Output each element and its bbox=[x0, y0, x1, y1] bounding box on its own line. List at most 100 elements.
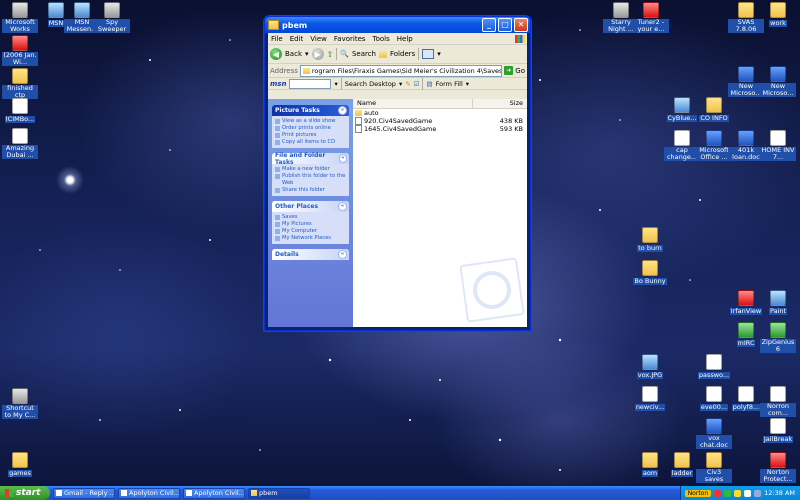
desktop-icon[interactable]: ZipGenius 6 bbox=[760, 322, 796, 353]
checkbox-icon[interactable]: ☑ bbox=[414, 80, 420, 88]
go-button[interactable]: Go bbox=[515, 67, 525, 75]
window-titlebar[interactable]: pbem _ □ ✕ bbox=[265, 17, 530, 33]
msn-search-dropdown-icon[interactable]: ▾ bbox=[334, 80, 337, 88]
menu-tools[interactable]: Tools bbox=[373, 35, 390, 43]
desktop-icon[interactable]: polyf8... bbox=[728, 386, 764, 411]
desktop-icon[interactable]: vox chat.doc bbox=[696, 418, 732, 449]
desktop-icon[interactable]: finished ctp bbox=[2, 68, 38, 99]
go-arrow-icon[interactable]: ➜ bbox=[504, 66, 514, 75]
start-button[interactable]: start bbox=[0, 486, 50, 500]
desktop-icon[interactable]: Shortcut to My C... bbox=[2, 388, 38, 419]
desktop-icon[interactable]: Spy Sweeper bbox=[94, 2, 130, 33]
collapse-chevron-icon[interactable]: « bbox=[338, 202, 347, 211]
menu-file[interactable]: File bbox=[271, 35, 283, 43]
task-link[interactable]: My Computer bbox=[275, 228, 346, 235]
explorer-window[interactable]: pbem _ □ ✕ File Edit View Favorites Tool… bbox=[264, 16, 531, 331]
search-icon[interactable]: 🔍 bbox=[340, 50, 349, 58]
close-button[interactable]: ✕ bbox=[514, 18, 528, 32]
desktop-icon[interactable]: New Microso... bbox=[760, 66, 796, 97]
desktop-icon[interactable]: work bbox=[760, 2, 796, 27]
desktop-icon[interactable]: vox.JPG bbox=[632, 354, 668, 379]
desktop-icon[interactable]: IrfanView bbox=[728, 290, 764, 315]
collapse-chevron-icon[interactable]: « bbox=[338, 106, 347, 115]
tray-icon[interactable] bbox=[714, 489, 722, 497]
desktop-icon[interactable]: ICIMBo... bbox=[2, 98, 38, 123]
folders-button[interactable]: Folders bbox=[390, 50, 415, 58]
column-header-size[interactable]: Size bbox=[472, 99, 527, 108]
back-dropdown-icon[interactable]: ▾ bbox=[305, 50, 309, 58]
folders-icon[interactable] bbox=[379, 50, 387, 58]
desktop-icon[interactable]: New Microso... bbox=[728, 66, 764, 97]
up-folder-icon[interactable]: ⇧ bbox=[327, 50, 334, 59]
desktop-icon[interactable]: CyBlue... bbox=[664, 97, 700, 122]
form-fill-icon[interactable]: ▤ bbox=[426, 80, 432, 88]
search-desktop-button[interactable]: Search Desktop bbox=[345, 80, 396, 88]
tray-icon[interactable] bbox=[724, 489, 732, 497]
maximize-button[interactable]: □ bbox=[498, 18, 512, 32]
back-arrow-icon[interactable]: ◀ bbox=[270, 48, 282, 60]
task-panel-header[interactable]: Picture Tasks « bbox=[272, 105, 349, 116]
views-dropdown-icon[interactable]: ▾ bbox=[437, 50, 441, 58]
task-link[interactable]: Make a new folder bbox=[275, 166, 346, 173]
desktop-icon[interactable]: Amazing Dubai ... bbox=[2, 128, 38, 159]
file-row[interactable]: auto bbox=[353, 109, 527, 117]
highlight-icon[interactable]: ✎ bbox=[405, 80, 410, 88]
address-input[interactable]: rogram Files\Firaxis Games\Sid Meier's C… bbox=[299, 64, 503, 77]
desktop-icon[interactable]: HOME INV 7... bbox=[760, 130, 796, 161]
desktop-icon[interactable]: (2006 Jan. Wi... bbox=[2, 35, 38, 66]
desktop-icon[interactable]: newciv... bbox=[632, 386, 668, 411]
search-desktop-dropdown-icon[interactable]: ▾ bbox=[399, 80, 402, 88]
desktop-icon[interactable]: Microsoft Office ... bbox=[696, 130, 732, 161]
desktop-icon[interactable]: ladder bbox=[664, 452, 700, 477]
volume-icon[interactable] bbox=[754, 489, 762, 497]
collapse-chevron-icon[interactable]: « bbox=[338, 154, 347, 163]
form-fill-button[interactable]: Form Fill bbox=[436, 80, 463, 88]
norton-tray-button[interactable]: Norton bbox=[684, 489, 712, 497]
back-button[interactable]: Back bbox=[285, 50, 302, 58]
task-link[interactable]: Copy all items to CD bbox=[275, 139, 346, 146]
desktop-icon[interactable]: mIRC bbox=[728, 322, 764, 347]
desktop-icon[interactable]: Bo Bunny bbox=[632, 260, 668, 285]
column-header-name[interactable]: Name bbox=[353, 99, 472, 108]
desktop-icon[interactable]: games bbox=[2, 452, 38, 477]
desktop-icon[interactable]: eve00... bbox=[696, 386, 732, 411]
taskbar-button[interactable]: Gmail - Reply ... bbox=[53, 487, 115, 499]
forward-button[interactable]: ▶ bbox=[311, 48, 324, 60]
task-link[interactable]: Publish this folder to the Web bbox=[275, 173, 346, 187]
desktop-icon[interactable]: Norton Protect... bbox=[760, 452, 796, 483]
task-panel-header[interactable]: File and Folder Tasks « bbox=[272, 152, 349, 166]
form-fill-dropdown-icon[interactable]: ▾ bbox=[466, 80, 469, 88]
task-link[interactable]: Order prints online bbox=[275, 125, 346, 132]
minimize-button[interactable]: _ bbox=[482, 18, 496, 32]
desktop-icon[interactable]: passwo... bbox=[696, 354, 732, 379]
desktop-icon[interactable]: Norron com... bbox=[760, 386, 796, 417]
task-link[interactable]: My Network Places bbox=[275, 235, 346, 242]
tray-icon[interactable] bbox=[734, 489, 742, 497]
task-link[interactable]: View as a slide show bbox=[275, 118, 346, 125]
desktop-icon[interactable]: Tuner2 - your e... bbox=[633, 2, 669, 33]
desktop-icon[interactable]: Paint bbox=[760, 290, 796, 315]
desktop-icon[interactable]: Civ3 saves bbox=[696, 452, 732, 483]
taskbar-button[interactable]: Apolyton Civil... bbox=[183, 487, 245, 499]
menu-favorites[interactable]: Favorites bbox=[334, 35, 366, 43]
menu-help[interactable]: Help bbox=[397, 35, 413, 43]
menu-view[interactable]: View bbox=[310, 35, 327, 43]
menu-edit[interactable]: Edit bbox=[290, 35, 304, 43]
taskbar-button[interactable]: pbem bbox=[248, 487, 310, 499]
task-link[interactable]: Share this folder bbox=[275, 187, 346, 194]
task-panel-header[interactable]: Details « bbox=[272, 249, 349, 260]
msn-search-input[interactable] bbox=[289, 78, 332, 89]
collapse-chevron-icon[interactable]: « bbox=[338, 250, 347, 259]
desktop-icon[interactable]: cap change... bbox=[664, 130, 700, 161]
desktop-icon[interactable]: aom bbox=[632, 452, 668, 477]
desktop-icon[interactable]: CO INFO bbox=[696, 97, 732, 122]
file-row[interactable]: 1645.Civ4SavedGame 593 KB bbox=[353, 125, 527, 133]
desktop-icon[interactable]: JailBreak bbox=[760, 418, 796, 443]
taskbar-button[interactable]: Apolyton Civil... bbox=[118, 487, 180, 499]
desktop-icon[interactable]: 401k loan.doc bbox=[728, 130, 764, 161]
task-link[interactable]: Print pictures bbox=[275, 132, 346, 139]
desktop-icon[interactable]: Microsoft Works bbox=[2, 2, 38, 33]
desktop-icon[interactable]: SVAS 7.8.06 bbox=[728, 2, 764, 33]
task-link[interactable]: Saves bbox=[275, 214, 346, 221]
task-link[interactable]: My Pictures bbox=[275, 221, 346, 228]
